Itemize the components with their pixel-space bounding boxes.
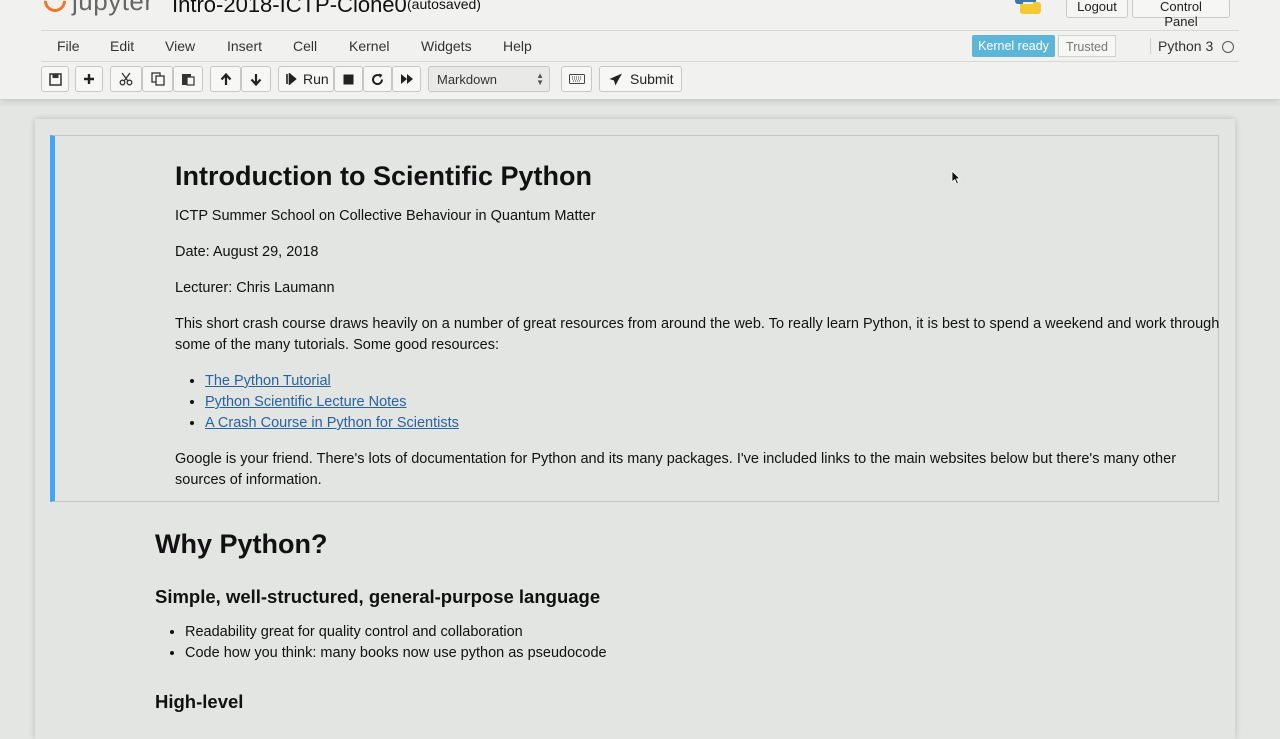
why-python-list: Readability great for quality control an…: [155, 622, 607, 664]
menu-file[interactable]: File: [57, 38, 80, 54]
copy-button[interactable]: [142, 66, 173, 92]
notebook-name[interactable]: Intro-2018-ICTP-Clone0: [172, 0, 407, 18]
link-crash-course[interactable]: A Crash Course in Python for Scientists: [205, 415, 459, 431]
interrupt-button[interactable]: [334, 66, 363, 92]
lecturer-text: Lecturer: Chris Laumann: [175, 280, 335, 296]
simple-language-heading: Simple, well-structured, general-purpose…: [155, 586, 601, 607]
jupyter-logo[interactable]: jupyter: [39, 0, 154, 17]
cut-icon: [119, 72, 133, 86]
move-down-button[interactable]: [241, 66, 271, 92]
insert-cell-button[interactable]: [75, 66, 103, 92]
notebook-title: Introduction to Scientific Python: [175, 161, 592, 191]
school-text: ICTP Summer School on Collective Behavio…: [175, 208, 596, 224]
google-paragraph: Google is your friend. There's lots of d…: [175, 451, 1177, 488]
resource-list: The Python Tutorial Python Scientific Le…: [175, 371, 459, 434]
paste-button[interactable]: [173, 66, 203, 92]
save-button[interactable]: [41, 66, 69, 92]
markdown-cell-selected[interactable]: Introduction to Scientific Python ICTP S…: [50, 135, 1219, 502]
plus-icon: [84, 74, 94, 84]
cell-type-select[interactable]: Markdown ▲ ▼: [428, 66, 550, 92]
move-up-button[interactable]: [210, 66, 241, 92]
kernel-idle-icon: [1222, 41, 1234, 53]
send-icon: [609, 73, 622, 85]
list-item: A Crash Course in Python for Scientists: [205, 413, 459, 434]
link-scientific-lecture-notes[interactable]: Python Scientific Lecture Notes: [205, 394, 407, 410]
menu-insert[interactable]: Insert: [227, 38, 262, 54]
why-python-heading: Why Python?: [155, 529, 328, 559]
link-python-tutorial[interactable]: The Python Tutorial: [205, 373, 331, 389]
restart-run-all-button[interactable]: [392, 66, 421, 92]
kernel-name: Python 3: [1150, 38, 1213, 54]
menu-widgets[interactable]: Widgets: [421, 38, 472, 54]
menu-help[interactable]: Help: [503, 38, 532, 54]
fast-forward-icon: [400, 74, 413, 84]
list-item: Readability great for quality control an…: [185, 622, 607, 643]
menu-cell[interactable]: Cell: [293, 38, 317, 54]
stop-icon: [343, 74, 354, 84]
run-label: Run: [303, 71, 329, 87]
command-palette-button[interactable]: [561, 66, 592, 92]
control-panel-button[interactable]: Control Panel: [1132, 0, 1230, 29]
cell-type-value: Markdown: [437, 72, 497, 87]
jupyter-logo-text: jupyter: [72, 0, 154, 16]
select-arrows-icon: ▲ ▼: [536, 71, 544, 87]
keyboard-icon: [568, 74, 585, 84]
toolbar: Run Markdown ▲ ▼ Submit: [0, 66, 1280, 94]
intro-paragraph: This short crash course draws heavily on…: [175, 316, 1220, 353]
submit-button[interactable]: Submit: [599, 66, 682, 92]
header: jupyter Intro-2018-ICTP-Clone0 (autosave…: [0, 0, 1280, 100]
menu-view[interactable]: View: [165, 38, 195, 54]
run-icon: [286, 73, 297, 85]
arrow-up-icon: [220, 72, 231, 85]
python-logo-icon: [1015, 0, 1041, 14]
run-button[interactable]: Run: [278, 66, 334, 92]
date-text: Date: August 29, 2018: [175, 244, 319, 260]
arrow-down-icon: [250, 73, 262, 86]
restart-button[interactable]: [363, 66, 392, 92]
menu-kernel[interactable]: Kernel: [349, 38, 389, 54]
menu-edit[interactable]: Edit: [110, 38, 134, 54]
list-item: Python Scientific Lecture Notes: [205, 392, 459, 413]
kernel-ready-badge: Kernel ready: [972, 35, 1055, 57]
paste-icon: [182, 74, 195, 86]
copy-icon: [150, 72, 165, 86]
notebook-container: Introduction to Scientific Python ICTP S…: [35, 119, 1235, 739]
save-icon: [48, 72, 62, 86]
list-item: The Python Tutorial: [205, 371, 459, 392]
menu-bar: File Edit View Insert Cell Kernel Widget…: [41, 30, 1239, 62]
list-item: Code how you think: many books now use p…: [185, 643, 607, 664]
mouse-cursor-icon: [951, 170, 961, 185]
submit-label: Submit: [630, 71, 674, 87]
trusted-badge[interactable]: Trusted: [1058, 35, 1116, 57]
autosave-status: (autosaved): [407, 0, 481, 12]
high-level-heading: High-level: [155, 691, 244, 712]
restart-icon: [372, 73, 384, 85]
jupyter-logo-icon: [39, 0, 71, 17]
logout-button[interactable]: Logout: [1066, 0, 1128, 18]
cut-button[interactable]: [110, 66, 142, 92]
